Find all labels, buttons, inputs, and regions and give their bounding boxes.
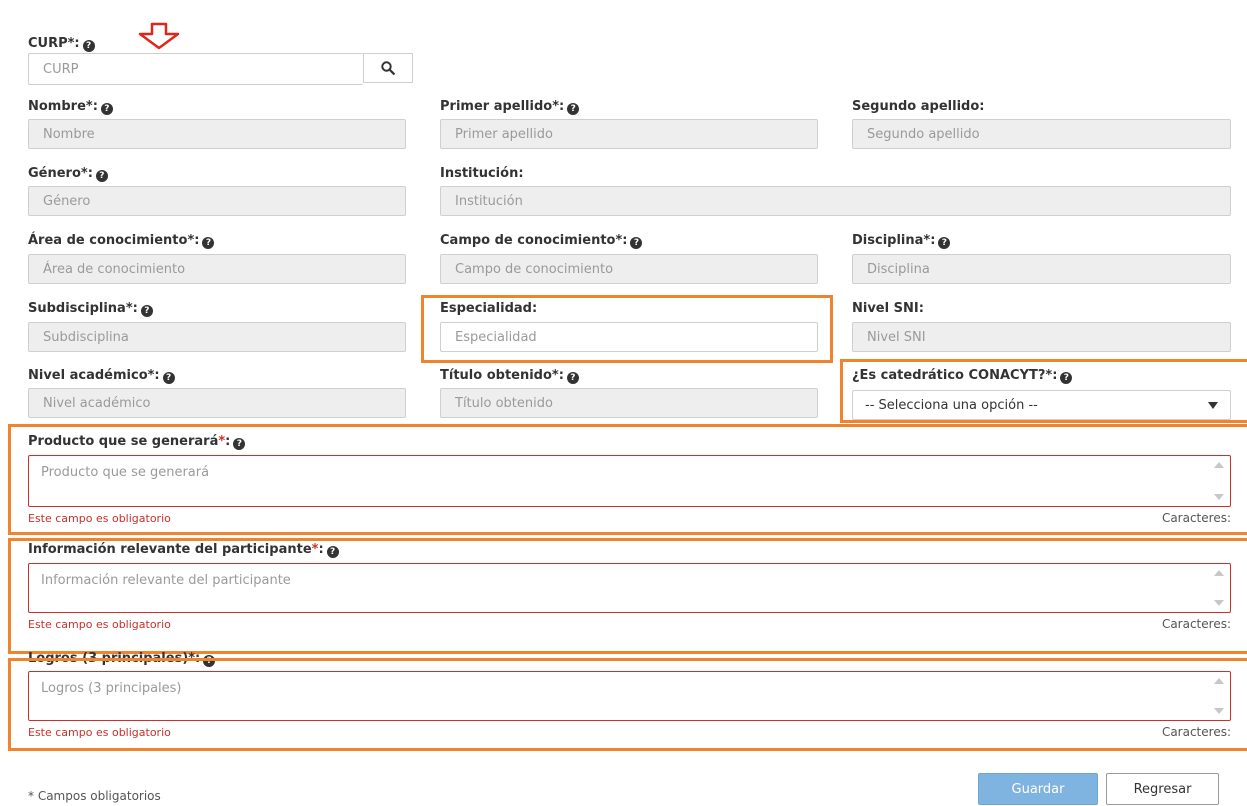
logros-counter: Caracteres: bbox=[1161, 725, 1231, 739]
question-circle-icon[interactable]: ? bbox=[566, 372, 579, 384]
textarea-scrollbar[interactable] bbox=[1214, 564, 1224, 612]
especialidad-input[interactable]: Especialidad bbox=[440, 322, 818, 352]
segundo-apellido-label: Segundo apellido: bbox=[852, 99, 985, 114]
primer-apellido-label: Primer apellido*:? bbox=[440, 99, 580, 115]
subdisciplina-label: Subdisciplina*:? bbox=[28, 301, 153, 317]
catedratico-label: ¿Es catedrático CONACYT?*:? bbox=[852, 368, 1073, 384]
question-circle-icon[interactable]: ? bbox=[202, 237, 215, 249]
save-button[interactable]: Guardar bbox=[978, 773, 1098, 805]
nivel-academico-label: Nivel académico*:? bbox=[28, 368, 175, 384]
genero-input[interactable]: Género bbox=[28, 186, 406, 216]
producto-label: Producto que se generará*:? bbox=[28, 434, 246, 450]
required-note: * Campos obligatorios bbox=[28, 789, 161, 803]
caret-down-icon bbox=[1208, 401, 1218, 409]
titulo-obtenido-label: Título obtenido*:? bbox=[440, 368, 579, 384]
disciplina-label: Disciplina*:? bbox=[852, 233, 951, 249]
question-circle-icon[interactable]: ? bbox=[1060, 372, 1073, 384]
area-conocimiento-label: Área de conocimiento*:? bbox=[28, 233, 215, 249]
logros-error: Este campo es obligatorio bbox=[28, 726, 171, 739]
catedratico-select[interactable]: -- Selecciona una opción -- bbox=[852, 390, 1231, 420]
nivel-sni-input[interactable]: Nivel SNI bbox=[852, 322, 1231, 352]
institucion-label: Institución: bbox=[440, 166, 524, 181]
producto-counter: Caracteres: bbox=[1161, 511, 1231, 525]
informacion-label: Información relevante del participante*:… bbox=[28, 542, 339, 558]
red-arrow-down-icon bbox=[138, 22, 180, 50]
informacion-textarea[interactable]: Información relevante del participante bbox=[28, 563, 1231, 613]
back-button[interactable]: Regresar bbox=[1106, 773, 1219, 805]
producto-textarea[interactable]: Producto que se generará bbox=[28, 455, 1231, 507]
especialidad-label: Especialidad: bbox=[440, 301, 538, 316]
question-circle-icon[interactable]: ? bbox=[567, 103, 580, 115]
primer-apellido-input[interactable]: Primer apellido bbox=[440, 119, 818, 149]
question-circle-icon[interactable]: ? bbox=[82, 40, 95, 52]
area-conocimiento-input[interactable]: Área de conocimiento bbox=[28, 254, 406, 284]
curp-label: CURP*:? bbox=[28, 36, 95, 52]
nivel-sni-label: Nivel SNI: bbox=[852, 301, 924, 316]
curp-input[interactable]: CURP bbox=[28, 53, 363, 85]
nombre-label: Nombre*:? bbox=[28, 99, 113, 115]
campo-conocimiento-label: Campo de conocimiento*:? bbox=[440, 233, 643, 249]
question-circle-icon[interactable]: ? bbox=[100, 103, 113, 115]
genero-label: Género*:? bbox=[28, 166, 108, 182]
question-circle-icon[interactable]: ? bbox=[95, 170, 108, 182]
question-circle-icon[interactable]: ? bbox=[938, 237, 951, 249]
textarea-scrollbar[interactable] bbox=[1214, 456, 1224, 506]
segundo-apellido-input[interactable]: Segundo apellido bbox=[852, 119, 1231, 149]
logros-textarea[interactable]: Logros (3 principales) bbox=[28, 671, 1231, 721]
informacion-counter: Caracteres: bbox=[1161, 617, 1231, 631]
titulo-obtenido-input[interactable]: Título obtenido bbox=[440, 388, 818, 418]
textarea-scrollbar[interactable] bbox=[1214, 672, 1224, 720]
disciplina-input[interactable]: Disciplina bbox=[852, 254, 1231, 284]
producto-error: Este campo es obligatorio bbox=[28, 512, 171, 525]
curp-input-group: CURP bbox=[28, 53, 413, 85]
nivel-academico-input[interactable]: Nivel académico bbox=[28, 388, 406, 418]
question-circle-icon[interactable]: ? bbox=[233, 438, 246, 450]
informacion-error: Este campo es obligatorio bbox=[28, 618, 171, 631]
question-circle-icon[interactable]: ? bbox=[162, 372, 175, 384]
question-circle-icon[interactable]: ? bbox=[326, 546, 339, 558]
question-circle-icon[interactable]: ? bbox=[140, 305, 153, 317]
institucion-input[interactable]: Institución bbox=[440, 186, 1231, 216]
question-circle-icon[interactable]: ? bbox=[630, 237, 643, 249]
search-icon bbox=[381, 61, 395, 75]
subdisciplina-input[interactable]: Subdisciplina bbox=[28, 322, 406, 352]
campo-conocimiento-input[interactable]: Campo de conocimiento bbox=[440, 254, 818, 284]
search-button[interactable] bbox=[363, 53, 413, 83]
nombre-input[interactable]: Nombre bbox=[28, 119, 406, 149]
